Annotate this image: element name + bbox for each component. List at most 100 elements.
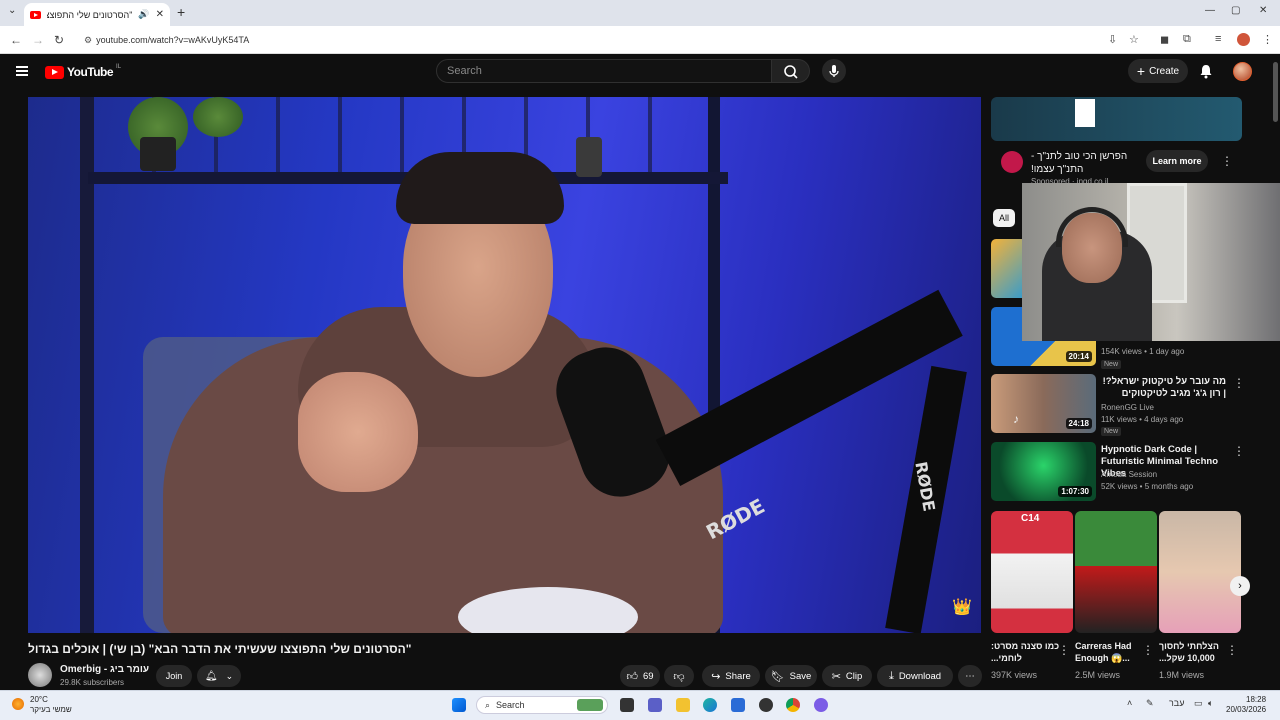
tray-pen-icon[interactable]: ✎ (1146, 698, 1154, 709)
search-input[interactable]: Search (436, 59, 772, 83)
youtube-play-logo-icon (45, 65, 64, 79)
browser-profile-avatar[interactable] (1237, 33, 1250, 46)
weather-text: שמשי בעיקר (30, 705, 72, 714)
reload-icon[interactable]: ↻ (54, 33, 64, 47)
ad-title[interactable]: הפרשן הכי טוב לתנ"ך - התנ"ך עצמו! (1031, 150, 1137, 176)
short-thumbnail[interactable] (1159, 511, 1241, 633)
tab-title: "הסרטונים שלי התפוצצו שעשיתי את (47, 9, 133, 20)
window-maximize-button[interactable]: ▢ (1231, 5, 1240, 16)
network-icon[interactable]: ▭ (1194, 698, 1203, 709)
more-options-icon[interactable]: ⋮ (1233, 377, 1245, 389)
extension-icon[interactable]: ◼ (1160, 33, 1169, 46)
channel-name[interactable]: RonenGG Live (1101, 403, 1154, 412)
weather-widget[interactable]: 20°C שמשי בעיקר (30, 695, 72, 715)
url-bar[interactable]: ⚙ youtube.com/watch?v=wAKvUyK54TA (84, 30, 1099, 50)
tray-chevron-up-icon[interactable]: ˄ (1127, 698, 1132, 708)
more-actions-button[interactable]: ⋯ (958, 665, 982, 687)
channel-avatar[interactable] (28, 663, 52, 687)
like-button[interactable]: 👍︎ 69 (620, 665, 660, 687)
recommendation-card[interactable]: ♪ 24:18 מה עובר על טיקטוק ישראל?! | רון … (991, 374, 1246, 436)
browser-tab-youtube[interactable]: "הסרטונים שלי התפוצצו שעשיתי את 🔊 ✕ (24, 3, 170, 26)
extensions-puzzle-icon[interactable]: ⧉ (1183, 33, 1191, 46)
duration-badge: 1:07:30 (1058, 486, 1092, 497)
volume-icon[interactable]: 🔈︎ (1208, 698, 1213, 709)
taskbar-clock[interactable]: 18:28 20/03/2026 (1226, 695, 1266, 715)
bookmark-icon: 🔖︎ (770, 670, 785, 683)
scissors-icon: ✂ (831, 670, 841, 683)
window-minimize-button[interactable]: — (1205, 5, 1215, 16)
short-options-icon[interactable]: ⋮ (1226, 644, 1238, 656)
app-icon[interactable] (759, 698, 773, 712)
short-thumbnail[interactable] (1075, 511, 1157, 633)
edge-icon[interactable] (703, 698, 717, 712)
browser-menu-icon[interactable]: ⋮ (1262, 33, 1273, 46)
share-button[interactable]: ↪ Share (702, 665, 760, 687)
video-thumbnail[interactable]: ♪ 24:18 (991, 374, 1096, 433)
short-thumbnail[interactable]: C14 (991, 511, 1073, 633)
keyboard-language[interactable]: עבר (1169, 698, 1184, 708)
window-close-button[interactable]: ✕ (1259, 5, 1267, 16)
channel-watermark-icon[interactable]: 👑 (952, 597, 972, 617)
windows-start-icon[interactable] (452, 698, 466, 712)
notifications-bell-icon[interactable] (1199, 64, 1213, 79)
tiktok-logo-icon: ♪ (1013, 412, 1019, 426)
media-control-icon[interactable]: ≡ (1215, 33, 1221, 45)
join-button[interactable]: Join (156, 665, 192, 687)
short-options-icon[interactable]: ⋮ (1142, 644, 1154, 656)
bell-icon: 🔔︎ (204, 670, 218, 682)
video-player[interactable]: RØDE RØDE 👑 (28, 97, 981, 633)
teams-icon[interactable] (648, 698, 662, 712)
more-options-icon[interactable]: ⋮ (1233, 445, 1245, 457)
search-button[interactable] (772, 59, 810, 83)
save-button[interactable]: 🔖︎ Save (765, 665, 817, 687)
duration-badge: 20:14 (1065, 351, 1092, 362)
channel-name[interactable]: Amoda Session (1101, 470, 1157, 479)
voice-search-button[interactable] (822, 59, 846, 83)
site-info-icon[interactable]: ⚙ (84, 35, 92, 46)
save-label: Save (789, 670, 812, 682)
subscription-bell-button[interactable]: 🔔︎ ⌄ (197, 665, 241, 687)
task-view-icon[interactable] (620, 698, 634, 712)
hamburger-menu-icon[interactable] (16, 66, 28, 76)
discord-icon[interactable] (814, 698, 828, 712)
create-button[interactable]: + Create (1128, 59, 1188, 83)
shorts-next-button[interactable]: › (1230, 576, 1250, 596)
store-icon[interactable] (731, 698, 745, 712)
download-icon: ⤓ (888, 669, 894, 682)
download-button[interactable]: ⤓ Download (877, 665, 953, 687)
learn-more-button[interactable]: Learn more (1146, 150, 1208, 172)
back-arrow-icon[interactable]: ← (10, 33, 22, 47)
video-title[interactable]: מה עובר על טיקטוק ישראל?! | רון ג'ג' מגי… (1101, 376, 1226, 400)
forward-arrow-icon[interactable]: → (32, 33, 44, 47)
ad-banner-image[interactable] (991, 97, 1242, 141)
page-scrollbar-track[interactable] (1270, 54, 1280, 690)
channel-name[interactable]: Omerbig - עומר ביג (60, 664, 149, 675)
speaker-icon[interactable]: 🔊 (138, 9, 149, 20)
share-arrow-icon: ↪ (711, 670, 721, 683)
sponsored-ad[interactable]: הפרשן הכי טוב לתנ"ך - התנ"ך עצמו! Sponso… (991, 97, 1242, 187)
short-title[interactable]: כמו סצנה מסרט: לוחמי... (991, 640, 1061, 664)
clip-button[interactable]: ✂ Clip (822, 665, 872, 687)
short-options-icon[interactable]: ⋮ (1058, 644, 1070, 656)
tab-search-icon[interactable]: ⌄ (8, 5, 16, 16)
video-thumbnail[interactable]: 1:07:30 (991, 442, 1096, 501)
recommendation-card[interactable]: 1:07:30 Hypnotic Dark Code | Futuristic … (991, 442, 1246, 504)
ad-more-options-icon[interactable]: ⋮ (1221, 155, 1233, 167)
tab-close-icon[interactable]: ✕ (156, 9, 164, 20)
chrome-icon[interactable] (786, 698, 800, 712)
plus-icon: + (1136, 63, 1146, 79)
filter-chip-all[interactable]: All (993, 209, 1015, 227)
taskbar-search[interactable]: ⌕ Search (476, 696, 608, 714)
account-avatar[interactable] (1233, 62, 1252, 81)
new-tab-plus-icon[interactable]: + (177, 4, 185, 20)
video-meta: 11K views • 4 days ago (1101, 415, 1184, 424)
short-title[interactable]: Carreras Had Enough 😱... (1075, 640, 1145, 664)
file-explorer-icon[interactable] (676, 698, 690, 712)
bookmark-star-icon[interactable]: ☆ (1129, 33, 1139, 46)
dislike-button[interactable]: 👎︎ (664, 665, 694, 687)
install-app-icon[interactable]: ⇩ (1108, 33, 1117, 46)
youtube-logo[interactable]: YouTube IL (45, 64, 121, 79)
page-scrollbar-thumb[interactable] (1273, 62, 1278, 122)
video-meta: 154K views • 1 day ago (1101, 347, 1185, 356)
short-title[interactable]: הצלחתי לחסוך 10,000 שקל... (1159, 640, 1229, 664)
